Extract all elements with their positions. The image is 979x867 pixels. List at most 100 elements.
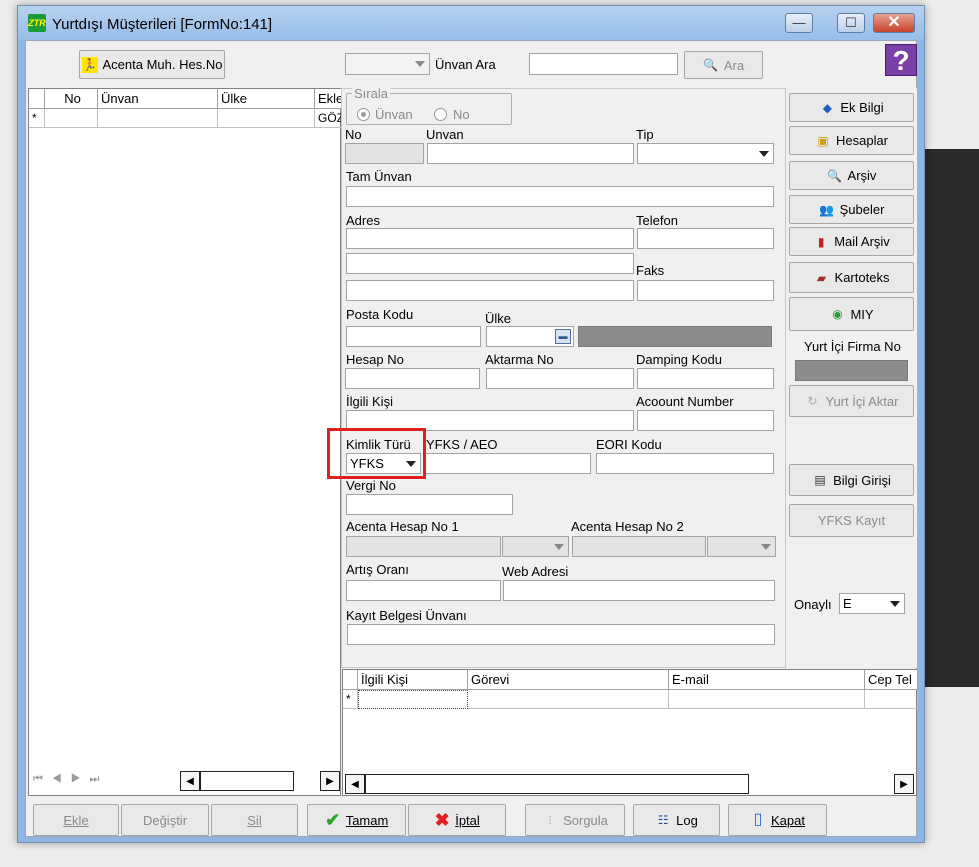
lookup-icon[interactable]: ▬ [555, 329, 571, 344]
record-navigator: ⏮◀▶⏭ [33, 773, 108, 786]
cancel-x-icon: ✖ [434, 810, 450, 830]
arsiv-button[interactable]: 🔍 Arşiv [789, 161, 914, 190]
table-cell[interactable] [98, 109, 218, 128]
search-input[interactable] [529, 53, 678, 75]
unvan-field[interactable] [427, 143, 634, 164]
horizontal-scrollbar-thumb[interactable] [365, 774, 749, 794]
scroll-left-button[interactable]: ◀ [345, 774, 365, 794]
grid-header-cep-tel[interactable]: Cep Tel [865, 670, 918, 690]
minimize-button[interactable]: — [785, 13, 813, 33]
posta-kodu-label: Posta Kodu [346, 307, 414, 322]
account-number-field[interactable] [637, 410, 774, 431]
table-cell[interactable]: GÖZ [315, 109, 342, 128]
last-record-icon[interactable]: ⏭ [90, 773, 109, 785]
acenta-hesap-no-1-field[interactable] [346, 536, 501, 557]
musteri-list-grid[interactable]: No Ünvan Ülke Ekle * GÖZ ⏮◀▶⏭ ◀ ▶ [28, 88, 342, 796]
sil-button[interactable]: Sil [211, 804, 298, 836]
vergi-no-field[interactable] [346, 494, 513, 515]
acenta-muh-hes-no-button[interactable]: 🏃 Acenta Muh. Hes.No [79, 50, 225, 79]
grid-header-no[interactable]: No [45, 89, 98, 109]
adres-line-1-field[interactable] [346, 228, 634, 249]
sirala-unvan-label: Ünvan [375, 107, 413, 122]
sil-label: Sil [247, 812, 262, 828]
yfks-kayit-button[interactable]: YFKS Kayıt [789, 504, 914, 537]
help-icon[interactable]: ? [885, 44, 917, 76]
kartoteks-button[interactable]: ▰ Kartoteks [789, 262, 914, 293]
tamam-button[interactable]: ✔ Tamam [307, 804, 406, 836]
web-adresi-field[interactable] [503, 580, 775, 601]
no-field[interactable] [345, 143, 424, 164]
sirala-no-radio[interactable] [434, 108, 447, 121]
artis-orani-field[interactable] [346, 580, 501, 601]
kayit-belgesi-unvani-field[interactable] [347, 624, 775, 645]
sirala-unvan-radio[interactable] [357, 108, 370, 121]
acenta-hesap-no-2-select[interactable] [707, 536, 776, 557]
degistir-button[interactable]: Değiştir [121, 804, 209, 836]
ekle-button[interactable]: Ekle [33, 804, 119, 836]
horizontal-scrollbar-track[interactable] [200, 771, 294, 791]
log-button[interactable]: ☷ Log [633, 804, 720, 836]
table-cell[interactable] [865, 690, 918, 709]
adres-line-3-field[interactable] [346, 280, 634, 301]
table-cell[interactable] [45, 109, 98, 128]
next-record-icon[interactable]: ▶ [71, 773, 90, 785]
prev-record-icon[interactable]: ◀ [52, 773, 71, 785]
grid-header-unvan[interactable]: Ünvan [98, 89, 218, 109]
close-button[interactable]: ✕ [873, 13, 915, 33]
artis-orani-label: Artış Oranı [346, 562, 409, 577]
ek-bilgi-button[interactable]: ◆ Ek Bilgi [789, 93, 914, 122]
exit-door-icon: ▯ [753, 811, 763, 828]
damping-kodu-field[interactable] [637, 368, 774, 389]
grid-header-gorevi[interactable]: Görevi [468, 670, 669, 690]
grid-header-ilgili-kisi[interactable]: İlgili Kişi [358, 670, 468, 690]
scroll-right-button[interactable]: ▶ [894, 774, 914, 794]
onayli-select[interactable]: E [839, 593, 905, 614]
telefon-field[interactable] [637, 228, 774, 249]
ulke-code-field[interactable]: ▬ [486, 326, 574, 347]
kapat-button[interactable]: ▯ Kapat [728, 804, 827, 836]
hesap-no-field[interactable] [345, 368, 480, 389]
kayit-belgesi-unvani-label: Kayıt Belgesi Ünvanı [346, 608, 467, 623]
aktarma-no-field[interactable] [486, 368, 634, 389]
iptal-button[interactable]: ✖ İptal [408, 804, 506, 836]
mail-arsiv-button[interactable]: ▮ Mail Arşiv [789, 227, 914, 256]
bilgi-girisi-button[interactable]: ▤ Bilgi Girişi [789, 464, 914, 496]
grid-header-email[interactable]: E-mail [669, 670, 865, 690]
yurt-ici-aktar-button[interactable]: ↻ Yurt İçi Aktar [789, 385, 914, 417]
acenta-hesap-no-2-field[interactable] [572, 536, 706, 557]
hesaplar-button[interactable]: ▣ Hesaplar [789, 126, 914, 155]
magnifier-icon: 🔍 [827, 168, 843, 183]
table-cell[interactable] [669, 690, 865, 709]
first-record-icon[interactable]: ⏮ [33, 773, 52, 785]
contact-grid[interactable]: İlgili Kişi Görevi E-mail Cep Tel * ◀ ▶ [342, 669, 918, 796]
iptal-label: İptal [455, 812, 480, 828]
maximize-button[interactable]: ☐ [837, 13, 865, 33]
eori-kodu-field[interactable] [596, 453, 774, 474]
table-cell[interactable] [218, 109, 315, 128]
faks-field[interactable] [637, 280, 774, 301]
grid-header-ulke[interactable]: Ülke [218, 89, 315, 109]
adres-line-2-field[interactable] [346, 253, 634, 274]
grid-header-ekle[interactable]: Ekle [315, 89, 342, 109]
sorgula-button[interactable]: ⁝ Sorgula [525, 804, 625, 836]
posta-kodu-field[interactable] [346, 326, 481, 347]
scroll-left-button[interactable]: ◀ [180, 771, 200, 791]
search-field-combo[interactable] [345, 53, 430, 75]
accounts-icon: ▣ [817, 133, 829, 148]
title-bar[interactable]: ZTR Yurtdışı Müşterileri [FormNo:141] — … [18, 6, 924, 40]
miy-button[interactable]: ◉ MIY [789, 297, 914, 331]
scroll-right-button[interactable]: ▶ [320, 771, 340, 791]
subeler-button[interactable]: 👥 Şubeler [789, 195, 914, 224]
sirala-legend: Sırala [352, 86, 390, 101]
chevron-down-icon [890, 601, 900, 607]
acenta-hesap-no-1-select[interactable] [502, 536, 569, 557]
table-cell[interactable] [468, 690, 669, 709]
yurt-ici-firma-no-field [795, 360, 908, 381]
table-cell[interactable] [358, 690, 468, 709]
yurt-ici-aktar-label: Yurt İçi Aktar [825, 393, 899, 409]
ara-button[interactable]: 🔍 Ara [684, 51, 763, 79]
yfks-aeo-field[interactable] [424, 453, 591, 474]
tam-unvan-field[interactable] [346, 186, 774, 207]
card-file-icon: ▰ [816, 270, 827, 285]
tip-select[interactable] [637, 143, 774, 164]
